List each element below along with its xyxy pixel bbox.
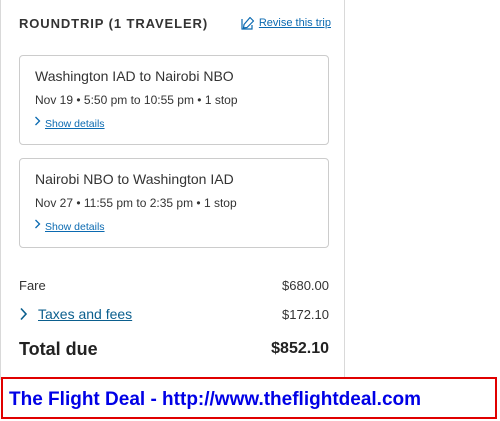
chevron-right-icon (20, 307, 28, 321)
flight-times: Nov 27 • 11:55 pm to 2:35 pm • 1 stop (35, 196, 237, 210)
chevron-right-icon (35, 219, 41, 229)
show-details-toggle[interactable]: Show details (34, 218, 105, 233)
fare-row: Fare $680.00 (19, 278, 329, 296)
revise-trip-link[interactable]: Revise this trip (259, 17, 331, 29)
fare-label: Fare (19, 278, 46, 293)
taxes-and-fees-link[interactable]: Taxes and fees (38, 306, 132, 322)
taxes-value: $172.10 (282, 307, 329, 322)
fare-value: $680.00 (282, 278, 329, 293)
flight-route: Nairobi NBO to Washington IAD (35, 171, 234, 187)
total-label: Total due (19, 339, 98, 359)
total-row: Total due $852.10 (19, 339, 329, 361)
trip-header: ROUNDTRIP (1 TRAVELER) Revise this trip (19, 16, 331, 36)
watermark-banner: The Flight Deal - http://www.theflightde… (1, 377, 497, 419)
show-details-toggle[interactable]: Show details (34, 115, 105, 130)
edit-icon (241, 16, 254, 30)
total-value: $852.10 (271, 340, 329, 357)
flight-times: Nov 19 • 5:50 pm to 10:55 pm • 1 stop (35, 93, 238, 107)
chevron-right-icon (35, 116, 41, 126)
flight-card-outbound: Washington IAD to Nairobi NBO Nov 19 • 5… (19, 55, 329, 145)
trip-title: ROUNDTRIP (1 TRAVELER) (19, 16, 209, 31)
taxes-row: Taxes and fees $172.10 (19, 306, 329, 326)
trip-summary-panel: ROUNDTRIP (1 TRAVELER) Revise this trip … (0, 0, 345, 380)
show-details-link[interactable]: Show details (45, 118, 105, 130)
flight-card-return: Nairobi NBO to Washington IAD Nov 27 • 1… (19, 158, 329, 248)
flight-route: Washington IAD to Nairobi NBO (35, 68, 234, 84)
show-details-link[interactable]: Show details (45, 221, 105, 233)
taxes-toggle[interactable]: Taxes and fees (19, 306, 132, 322)
banner-text: The Flight Deal - http://www.theflightde… (9, 389, 422, 410)
revise-trip-button[interactable]: Revise this trip (241, 16, 331, 30)
